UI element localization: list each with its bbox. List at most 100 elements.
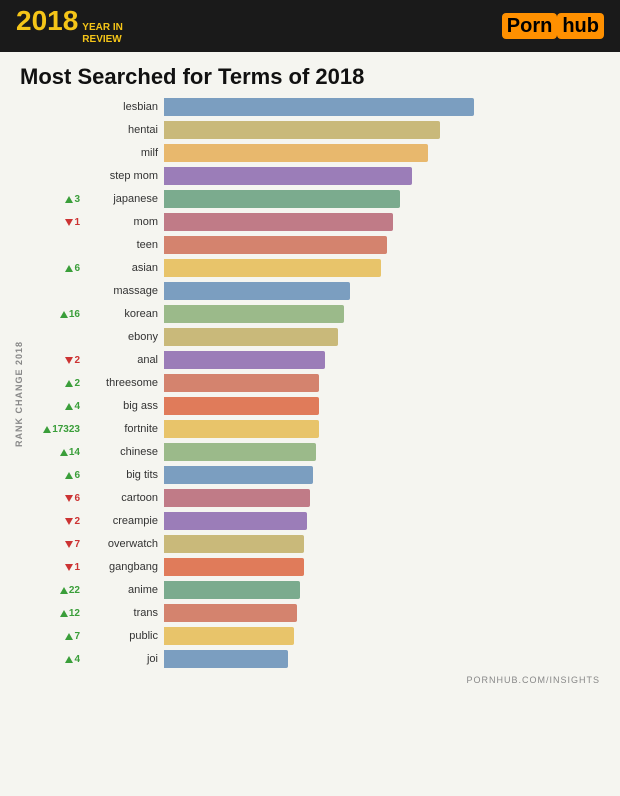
up-arrow-icon	[65, 265, 73, 272]
chart-row: 3japanese	[28, 188, 600, 210]
rank-change-value: 2	[74, 516, 80, 527]
up-arrow-icon	[43, 426, 51, 433]
pornhub-logo: Pornhub	[502, 15, 604, 38]
rank-change-value: 1	[74, 217, 80, 228]
rank-change: 6	[28, 470, 86, 481]
bar-wrapper	[164, 328, 600, 346]
rank-change-value: 2	[74, 355, 80, 366]
bar-wrapper	[164, 466, 600, 484]
bar	[164, 282, 350, 300]
bar	[164, 604, 297, 622]
rank-change: 6	[28, 493, 86, 504]
term-label: chinese	[86, 446, 164, 458]
rank-change: 17323	[28, 424, 86, 435]
bar-wrapper	[164, 581, 600, 599]
chart-row: step mom	[28, 165, 600, 187]
bar-wrapper	[164, 535, 600, 553]
rank-change-value: 12	[69, 608, 80, 619]
chart-row: teen	[28, 234, 600, 256]
chart-row: 6asian	[28, 257, 600, 279]
down-arrow-icon	[65, 357, 73, 364]
chart-row: 17323fortnite	[28, 418, 600, 440]
footer-text: PORNHUB.COM/INSIGHTS	[0, 671, 620, 687]
term-label: japanese	[86, 193, 164, 205]
term-label: threesome	[86, 377, 164, 389]
bar	[164, 535, 304, 553]
chart-row: 1gangbang	[28, 556, 600, 578]
chart-row: hentai	[28, 119, 600, 141]
term-label: hentai	[86, 124, 164, 136]
chart-row: 2 anal	[28, 349, 600, 371]
term-label: big ass	[86, 400, 164, 412]
chart-row: 7overwatch	[28, 533, 600, 555]
chart-row: ebony	[28, 326, 600, 348]
bar	[164, 351, 325, 369]
bar	[164, 213, 393, 231]
term-label: anal	[86, 354, 164, 366]
chart-row: 12 trans	[28, 602, 600, 624]
up-arrow-icon	[65, 196, 73, 203]
bar	[164, 190, 400, 208]
term-label: anime	[86, 584, 164, 596]
rank-change: 3	[28, 194, 86, 205]
down-arrow-icon	[65, 219, 73, 226]
rank-change: 7	[28, 539, 86, 550]
bar	[164, 558, 304, 576]
rank-change-value: 6	[74, 470, 80, 481]
term-label: creampie	[86, 515, 164, 527]
term-label: public	[86, 630, 164, 642]
bar-wrapper	[164, 305, 600, 323]
year-text: 2018	[16, 7, 78, 35]
up-arrow-icon	[65, 380, 73, 387]
bar	[164, 167, 412, 185]
term-label: lesbian	[86, 101, 164, 113]
rank-change: 22	[28, 585, 86, 596]
bar-wrapper	[164, 512, 600, 530]
rank-change: 12	[28, 608, 86, 619]
bar	[164, 236, 387, 254]
bar-wrapper	[164, 190, 600, 208]
chart-row: 16korean	[28, 303, 600, 325]
bar	[164, 98, 474, 116]
chart-row: 1 mom	[28, 211, 600, 233]
rank-change-value: 4	[74, 401, 80, 412]
term-label: fortnite	[86, 423, 164, 435]
rank-change-value: 16	[69, 309, 80, 320]
term-label: step mom	[86, 170, 164, 182]
bar	[164, 305, 344, 323]
bar-wrapper	[164, 627, 600, 645]
up-arrow-icon	[65, 656, 73, 663]
chart-row: 14 chinese	[28, 441, 600, 463]
chart-inner: lesbianhentaimilfstep mom3japanese1momte…	[28, 96, 600, 671]
bar-wrapper	[164, 604, 600, 622]
bar	[164, 627, 294, 645]
bar-wrapper	[164, 443, 600, 461]
rank-change: 1	[28, 562, 86, 573]
logo-hub: hub	[557, 13, 604, 39]
bar	[164, 650, 288, 668]
rank-change-value: 6	[74, 493, 80, 504]
bar-wrapper	[164, 167, 600, 185]
rank-change: 2	[28, 378, 86, 389]
rank-change-value: 1	[74, 562, 80, 573]
rank-change-value: 7	[74, 539, 80, 550]
term-label: trans	[86, 607, 164, 619]
rank-change-value: 22	[69, 585, 80, 596]
rank-change-value: 14	[69, 447, 80, 458]
bar	[164, 512, 307, 530]
down-arrow-icon	[65, 518, 73, 525]
bar-wrapper	[164, 144, 600, 162]
term-label: massage	[86, 285, 164, 297]
term-label: mom	[86, 216, 164, 228]
review-line2: REVIEW	[82, 34, 123, 46]
bar-wrapper	[164, 213, 600, 231]
bar-wrapper	[164, 282, 600, 300]
rank-change: 4	[28, 401, 86, 412]
up-arrow-icon	[60, 610, 68, 617]
up-arrow-icon	[65, 403, 73, 410]
year-in-review-logo: 2018 YEAR IN REVIEW	[16, 7, 123, 46]
chart-row: 4 big ass	[28, 395, 600, 417]
bar-wrapper	[164, 374, 600, 392]
bar-wrapper	[164, 98, 600, 116]
bar	[164, 144, 428, 162]
